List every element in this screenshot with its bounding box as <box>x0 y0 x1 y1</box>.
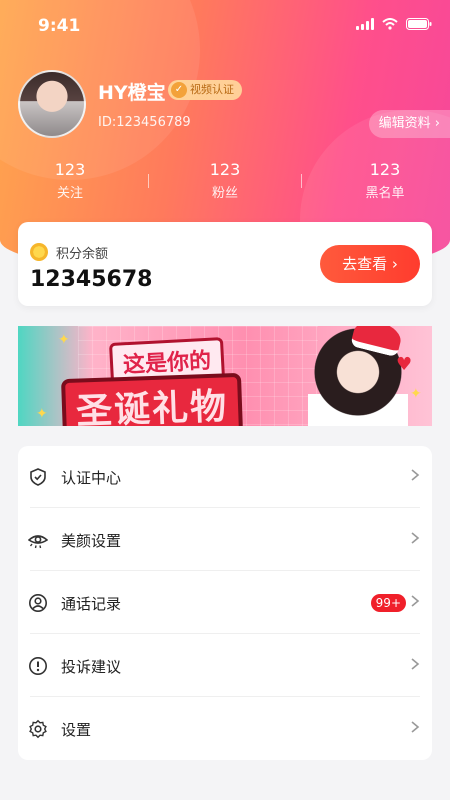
coin-icon <box>30 243 48 261</box>
christmas-banner[interactable]: ✦ ✦ 这是你的 圣诞礼物 ♥ ✦ <box>18 326 432 426</box>
points-value: 12345678 <box>30 267 153 292</box>
stats-row: 123 关注 123 粉丝 123 黑名单 <box>0 160 450 208</box>
alert-circle-icon <box>29 657 47 675</box>
edit-profile-button[interactable]: 编辑资料 › <box>368 110 450 138</box>
stat-divider <box>148 174 149 188</box>
status-time: 9:41 <box>38 16 81 36</box>
stat-fans[interactable]: 123 粉丝 <box>165 160 285 201</box>
verified-check-icon: ✓ <box>171 82 187 98</box>
menu-item-feedback[interactable]: 投诉建议 <box>18 635 432 697</box>
menu-label: 设置 <box>61 721 92 739</box>
chevron-right-icon <box>411 469 420 481</box>
chevron-right-icon <box>411 595 420 607</box>
gear-icon <box>29 719 47 739</box>
status-icons <box>356 18 432 30</box>
user-id: ID:123456789 <box>98 115 191 130</box>
points-card: 积分余额 12345678 去查看 › <box>18 222 432 306</box>
view-points-button[interactable]: 去查看 › <box>320 245 420 283</box>
divider <box>30 633 420 634</box>
stat-label: 关注 <box>56 186 83 201</box>
heart-icon: ♥ <box>396 354 413 375</box>
video-verify-badge: ✓ 视频认证 <box>168 80 242 100</box>
user-circle-icon <box>29 594 47 612</box>
battery-icon <box>406 18 432 30</box>
stat-following[interactable]: 123 关注 <box>10 160 130 201</box>
wifi-icon <box>382 18 398 30</box>
stat-label: 粉丝 <box>211 186 238 201</box>
divider <box>30 570 420 571</box>
star-icon: ✦ <box>58 332 70 348</box>
menu-item-call-records[interactable]: 通话记录 99+ <box>18 572 432 634</box>
avatar[interactable] <box>18 70 86 138</box>
stat-divider <box>301 174 302 188</box>
status-bar: 9:41 <box>0 0 450 56</box>
menu-item-verification-center[interactable]: 认证中心 <box>18 446 432 508</box>
chevron-right-icon <box>411 532 420 544</box>
stat-blacklist[interactable]: 123 黑名单 <box>325 160 445 201</box>
unread-count-badge: 99+ <box>370 594 406 612</box>
shield-check-icon <box>30 468 46 486</box>
divider <box>30 507 420 508</box>
verify-badge-label: 视频认证 <box>190 83 234 96</box>
signal-icon <box>356 18 374 30</box>
menu-list: 认证中心 美颜设置 通话记录 99+ 投诉建议 设置 <box>18 446 432 760</box>
chevron-right-icon <box>411 721 420 733</box>
chevron-right-icon <box>411 658 420 670</box>
menu-item-beauty-settings[interactable]: 美颜设置 <box>18 509 432 571</box>
menu-label: 投诉建议 <box>61 658 122 676</box>
menu-label: 通话记录 <box>61 595 122 613</box>
menu-item-settings[interactable]: 设置 <box>18 698 432 760</box>
stat-value: 123 <box>209 160 241 179</box>
stat-label: 黑名单 <box>365 186 405 201</box>
menu-label: 认证中心 <box>61 469 122 487</box>
eye-icon <box>28 535 48 549</box>
username: HY橙宝 <box>98 82 166 104</box>
stat-value: 123 <box>54 160 86 179</box>
banner-title-line2: 圣诞礼物 <box>61 372 244 426</box>
divider <box>30 696 420 697</box>
star-icon: ✦ <box>410 386 422 402</box>
stat-value: 123 <box>369 160 401 179</box>
profile-section: HY橙宝 ✓ 视频认证 ID:123456789 编辑资料 › <box>18 70 450 140</box>
points-label: 积分余额 <box>56 247 109 262</box>
star-icon: ✦ <box>36 406 48 422</box>
menu-label: 美颜设置 <box>61 532 122 550</box>
